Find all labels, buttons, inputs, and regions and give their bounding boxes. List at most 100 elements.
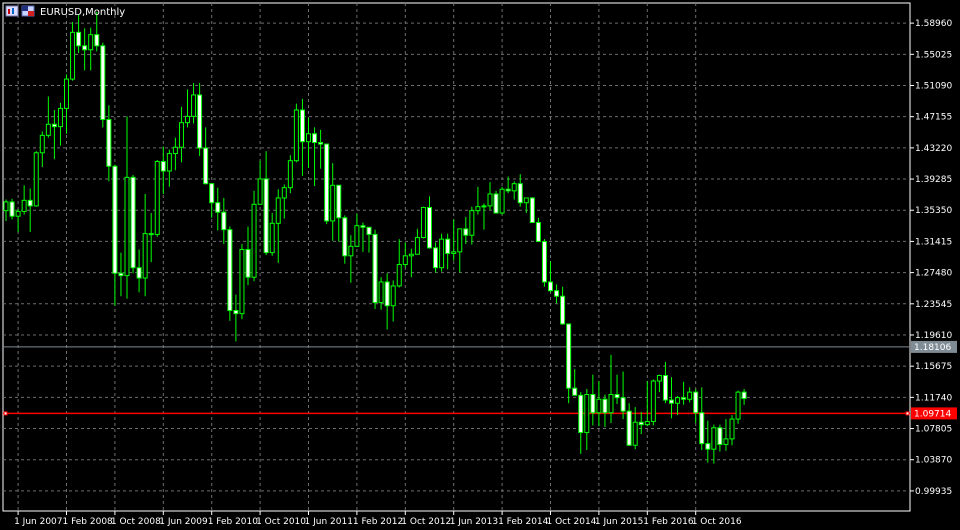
y-tick-label: 1.58960 — [915, 19, 952, 29]
candle-body-bull — [711, 427, 717, 450]
candle-body-bear — [433, 247, 439, 269]
x-tick-label: 1 Jun 2015 — [595, 517, 643, 527]
candle-body-bull — [166, 153, 172, 172]
candle-body-bull — [687, 391, 693, 400]
candle-body-bear — [626, 410, 632, 446]
candlestick-chart[interactable]: 1.58960 1.55025 1.51090 1.47155 1.43220 1.392… — [0, 0, 960, 530]
candle-body-bear — [669, 399, 674, 404]
candle-body-bull — [451, 251, 457, 254]
candle-body-bull — [251, 203, 257, 278]
candle-body-bear — [312, 133, 318, 143]
x-tick-label: 1 Feb 2016 — [643, 517, 694, 527]
candle-body-bear — [614, 394, 620, 399]
candle-body-bull — [191, 94, 197, 117]
candle-body-bull — [88, 34, 94, 51]
x-tick-label: 1 Oct 2016 — [692, 517, 742, 527]
candle-body-bear — [681, 397, 687, 400]
candle-body-bull — [420, 206, 426, 239]
candle-body-bear — [82, 45, 88, 51]
candle-body-bear — [9, 201, 15, 217]
candle-body-bull — [3, 201, 9, 212]
candle-body-bull — [378, 281, 384, 304]
candle-body-bear — [203, 147, 209, 185]
candle-body-bull — [584, 394, 590, 434]
candle-body-bull — [354, 225, 360, 247]
candle-body-bull — [269, 222, 275, 254]
candle-body-bull — [675, 397, 681, 404]
candle-body-bull — [39, 134, 45, 154]
chart-icon — [5, 5, 19, 17]
candle-body-bear — [221, 211, 227, 231]
candle-body-bull — [499, 188, 505, 214]
candle-body-bear — [572, 387, 578, 396]
candle-body-bear — [384, 281, 390, 307]
x-tick-label: 1 Jun 2013 — [450, 517, 498, 527]
candle-body-bull — [293, 109, 299, 162]
y-tick-label: 1.19610 — [915, 331, 952, 341]
candle-body-bull — [487, 193, 493, 207]
candle-body-bull — [408, 253, 414, 257]
x-tick-label: 1 Oct 2012 — [401, 517, 451, 527]
x-tick-label: 1 Jun 2009 — [159, 517, 208, 527]
candle-body-bull — [257, 178, 263, 205]
candle-body-bear — [27, 199, 33, 207]
candle-body-bear — [233, 309, 239, 315]
candle-body-bull — [33, 152, 39, 207]
x-tick-label: 1 Oct 2014 — [547, 517, 597, 527]
candle-body-bull — [729, 418, 735, 440]
candle-body-bear — [705, 443, 711, 450]
candle-body-bull — [457, 228, 463, 253]
candle-body-bear — [699, 412, 705, 445]
candle-body-bull — [281, 187, 287, 199]
candle-body-bear — [51, 123, 57, 128]
candle-body-bear — [227, 229, 233, 311]
y-tick-label: 1.31415 — [915, 237, 952, 247]
candle-body-bear — [741, 391, 747, 399]
candle-body-bear — [427, 206, 432, 249]
candle-body-bear — [693, 391, 699, 414]
candle-body-bear — [112, 165, 118, 274]
candle-body-bear — [566, 323, 572, 389]
candle-body-bear — [578, 394, 584, 434]
y-tick-label: 1.47155 — [915, 113, 952, 123]
candle-body-bull — [172, 146, 178, 155]
x-tick-label: 1 Feb 2008 — [63, 517, 114, 527]
candle-body-bear — [463, 228, 469, 236]
candle-body-bear — [336, 184, 342, 219]
candle-body-bear — [318, 141, 324, 145]
candle-body-bull — [608, 394, 614, 414]
candle-body-bear — [366, 226, 372, 235]
candle-body-bull — [396, 264, 402, 287]
candle-body-bull — [57, 107, 63, 128]
flag-icon — [21, 5, 35, 17]
line-anchor — [3, 411, 8, 416]
candle-body-bear — [493, 193, 499, 214]
y-tick-label: 0.99935 — [915, 487, 952, 497]
candle-body-bull — [124, 176, 130, 277]
y-tick-label: 1.11740 — [915, 393, 952, 403]
candle-body-bear — [548, 281, 553, 292]
candle-body-bull — [275, 197, 281, 224]
candle-body-bull — [402, 255, 408, 266]
candle-body-bear — [100, 45, 106, 120]
candle-body-bear — [118, 272, 124, 277]
candle-body-bull — [475, 206, 481, 212]
candle-body-bull — [239, 248, 245, 315]
y-tick-label: 1.15675 — [915, 362, 952, 372]
y-tick-label: 1.27480 — [915, 269, 952, 279]
candle-body-bear — [263, 178, 269, 254]
x-tick-label: 1 Jun 2007 — [14, 517, 62, 527]
candle-body-bull — [390, 285, 396, 307]
candle-body-bear — [106, 118, 112, 167]
candle-body-bull — [64, 78, 69, 109]
candle-body-bear — [590, 394, 596, 414]
candle-body-bear — [535, 222, 541, 243]
x-tick-label: 1 Oct 2008 — [111, 517, 161, 527]
candle-body-bear — [76, 31, 82, 47]
x-tick-label: 1 Feb 2014 — [498, 517, 549, 527]
candle-body-bear — [94, 34, 100, 47]
candle-body-bull — [735, 391, 741, 420]
candle-body-bear — [148, 233, 154, 236]
y-tick-label: 1.39285 — [915, 175, 952, 185]
candle-body-bull — [650, 380, 656, 422]
